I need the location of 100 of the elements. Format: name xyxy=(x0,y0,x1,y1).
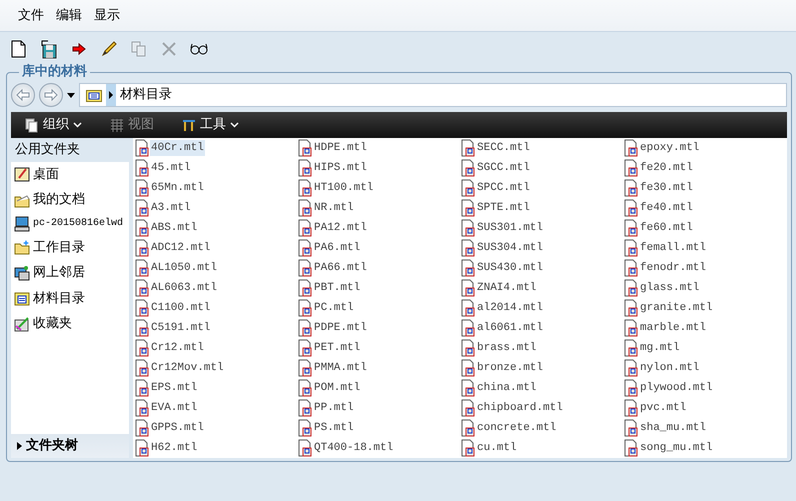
folder-tree-toggle[interactable]: 文件夹树 xyxy=(11,434,129,458)
dropdown-caret-icon[interactable] xyxy=(67,92,75,98)
favorites-icon xyxy=(14,316,30,332)
file-name[interactable]: granite.mtl xyxy=(639,300,714,316)
file-name[interactable]: SUS430.mtl xyxy=(476,260,544,276)
computer-icon xyxy=(14,216,30,232)
file-name[interactable]: PBT.mtl xyxy=(313,280,362,296)
file-name[interactable]: GPPS.mtl xyxy=(150,420,205,436)
file-name[interactable]: SUS304.mtl xyxy=(476,240,544,256)
file-name[interactable]: C5191.mtl xyxy=(150,320,212,336)
file-name[interactable]: brass.mtl xyxy=(476,340,538,356)
file-name[interactable]: AL1050.mtl xyxy=(150,260,218,276)
file-name[interactable]: SECC.mtl xyxy=(476,140,531,156)
file-name[interactable]: 45.mtl xyxy=(150,160,192,176)
file-name[interactable]: 65Mn.mtl xyxy=(150,180,205,196)
document-icon xyxy=(624,379,638,397)
file-name[interactable]: POM.mtl xyxy=(313,380,362,396)
document-icon xyxy=(298,319,312,337)
file-name[interactable]: AL6063.mtl xyxy=(150,280,218,296)
file-name[interactable]: PET.mtl xyxy=(313,340,362,356)
document-icon xyxy=(298,359,312,377)
file-name[interactable]: HT100.mtl xyxy=(313,180,374,196)
file-name[interactable]: PDPE.mtl xyxy=(313,320,368,336)
file-name[interactable]: al2014.mtl xyxy=(476,300,544,316)
file-name[interactable]: NR.mtl xyxy=(313,200,355,216)
file-name[interactable]: PMMA.mtl xyxy=(313,360,368,376)
tools-icon xyxy=(182,118,196,132)
file-name[interactable]: C1100.mtl xyxy=(150,300,212,316)
sidebar-item[interactable]: 桌面 xyxy=(11,162,129,187)
document-icon xyxy=(461,179,475,197)
document-icon xyxy=(298,199,312,217)
file-name[interactable]: fe40.mtl xyxy=(639,200,694,216)
document-icon xyxy=(298,259,312,277)
file-name[interactable]: QT400-18.mtl xyxy=(313,440,394,456)
new-file-icon xyxy=(10,40,28,58)
file-name[interactable]: PA6.mtl xyxy=(313,240,362,256)
command-button[interactable]: 工具 xyxy=(176,115,245,135)
file-name[interactable]: cu.mtl xyxy=(476,440,518,456)
menu-item[interactable]: 文件 xyxy=(12,6,50,26)
document-icon xyxy=(298,239,312,257)
sidebar-item[interactable]: 网上邻居 xyxy=(11,260,129,286)
file-name[interactable]: fenodr.mtl xyxy=(639,260,708,276)
file-name[interactable]: ADC12.mtl xyxy=(150,240,212,256)
file-name[interactable]: HDPE.mtl xyxy=(313,140,368,156)
address-path: 材料目录 xyxy=(119,86,172,104)
command-button[interactable]: 组织 xyxy=(19,115,88,135)
file-name[interactable]: nylon.mtl xyxy=(639,360,700,376)
back-button[interactable] xyxy=(11,83,35,107)
file-name[interactable]: PC.mtl xyxy=(313,300,355,316)
file-name[interactable]: PA12.mtl xyxy=(313,220,368,236)
file-name[interactable]: mg.mtl xyxy=(639,340,681,356)
document-icon xyxy=(298,299,312,317)
file-name[interactable]: plywood.mtl xyxy=(639,380,714,396)
file-name[interactable]: SPTE.mtl xyxy=(476,200,531,216)
document-icon xyxy=(461,399,475,417)
document-icon xyxy=(624,219,638,237)
document-icon xyxy=(624,399,638,417)
document-icon xyxy=(624,319,638,337)
address-bar[interactable]: 材料目录 xyxy=(79,83,787,107)
file-name[interactable]: PS.mtl xyxy=(313,420,355,436)
file-name[interactable]: bronze.mtl xyxy=(476,360,544,376)
file-name[interactable]: PA66.mtl xyxy=(313,260,368,276)
file-name[interactable]: fe30.mtl xyxy=(639,180,694,196)
file-name[interactable]: H62.mtl xyxy=(150,440,198,456)
file-name[interactable]: al6061.mtl xyxy=(476,320,544,336)
file-name[interactable]: glass.mtl xyxy=(639,280,700,296)
sidebar-item[interactable]: pc-20150816elwd xyxy=(11,212,129,234)
file-name[interactable]: ABS.mtl xyxy=(150,220,198,236)
file-name[interactable]: chipboard.mtl xyxy=(476,400,564,416)
file-name[interactable]: song_mu.mtl xyxy=(639,440,714,456)
document-icon xyxy=(624,179,638,197)
sidebar-item[interactable]: 我的文档 xyxy=(11,187,129,212)
file-name[interactable]: SUS301.mtl xyxy=(476,220,544,236)
sidebar-item[interactable]: 材料目录 xyxy=(11,286,129,311)
file-name[interactable]: pvc.mtl xyxy=(639,400,688,416)
file-name[interactable]: fe60.mtl xyxy=(639,220,694,236)
document-icon xyxy=(461,159,475,177)
file-name[interactable]: SGCC.mtl xyxy=(476,160,531,176)
file-name[interactable]: A3.mtl xyxy=(150,200,192,216)
sidebar-item[interactable]: 工作目录 xyxy=(11,234,129,260)
file-name[interactable]: EPS.mtl xyxy=(150,380,198,396)
file-name[interactable]: marble.mtl xyxy=(639,320,708,336)
file-name[interactable]: epoxy.mtl xyxy=(639,140,700,156)
file-name[interactable]: 40Cr.mtl xyxy=(150,140,205,156)
file-name[interactable]: Cr12Mov.mtl xyxy=(150,360,225,376)
file-name[interactable]: HIPS.mtl xyxy=(313,160,368,176)
file-name[interactable]: SPCC.mtl xyxy=(476,180,531,196)
file-name[interactable]: PP.mtl xyxy=(313,400,355,416)
document-icon xyxy=(298,279,312,297)
menu-item[interactable]: 编辑 xyxy=(50,6,88,26)
menu-item[interactable]: 显示 xyxy=(88,6,126,26)
file-name[interactable]: ZNAI4.mtl xyxy=(476,280,538,296)
sidebar-item[interactable]: 收藏夹 xyxy=(11,311,129,336)
file-name[interactable]: sha_mu.mtl xyxy=(639,420,708,436)
file-name[interactable]: EVA.mtl xyxy=(150,400,198,416)
file-name[interactable]: femall.mtl xyxy=(639,240,708,256)
file-name[interactable]: Cr12.mtl xyxy=(150,340,205,356)
file-name[interactable]: concrete.mtl xyxy=(476,420,558,436)
file-name[interactable]: china.mtl xyxy=(476,380,538,396)
file-name[interactable]: fe20.mtl xyxy=(639,160,694,176)
